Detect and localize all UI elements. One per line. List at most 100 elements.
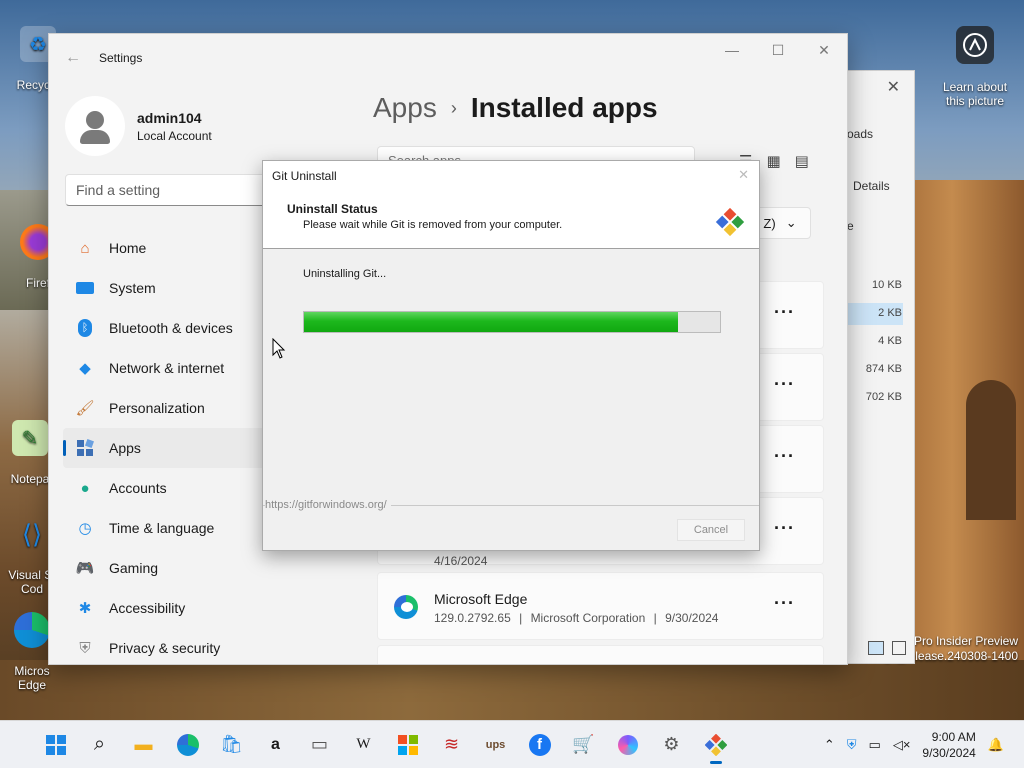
cancel-button[interactable]: Cancel: [677, 519, 745, 541]
explorer-file-size: 10 KB: [872, 279, 902, 291]
desktop-icon-label: Micros Edge: [14, 664, 50, 692]
nav-item-bluetooth[interactable]: ᛒ Bluetooth & devices: [63, 308, 293, 348]
nav-item-system[interactable]: System: [63, 268, 293, 308]
amazon-icon[interactable]: a: [260, 729, 291, 760]
explorer-column-header: e: [847, 219, 854, 233]
table-view-icon[interactable]: ▤: [795, 152, 809, 170]
nav-item-home[interactable]: ⌂ Home: [63, 228, 293, 268]
explorer-details-button[interactable]: Details: [853, 179, 890, 193]
window-controls: — ☐ ✕: [709, 34, 847, 66]
clock-time: 9:00 AM: [931, 730, 976, 744]
grid-view-icon[interactable]: ▦: [766, 152, 780, 170]
wallpaper-arch: [966, 380, 1016, 520]
learn-about-picture[interactable]: Learn about this picture: [938, 12, 1012, 122]
details-view-icon[interactable]: [868, 641, 884, 655]
clock-date: 9/30/2024: [922, 746, 976, 760]
git-logo-icon: [715, 207, 745, 237]
nav-item-gaming[interactable]: 🎮 Gaming: [63, 548, 293, 588]
explorer-tab-downloads[interactable]: oads: [847, 127, 873, 141]
nav-item-privacy-security[interactable]: ⛨ Privacy & security: [63, 628, 293, 664]
file-explorer-icon[interactable]: ▬: [128, 729, 159, 760]
notification-bell-icon[interactable]: 🔔: [988, 737, 1004, 753]
gaming-icon: 🎮: [75, 560, 95, 577]
git-taskbar-icon[interactable]: [700, 729, 731, 764]
explorer-file-size: 702 KB: [865, 391, 902, 403]
user-name: admin104: [137, 109, 202, 126]
maximize-icon[interactable]: ☐: [755, 34, 801, 66]
shopping-icon[interactable]: 🛒: [568, 729, 599, 760]
facebook-icon[interactable]: f: [524, 729, 555, 760]
header-subtitle: Please wait while Git is removed from yo…: [303, 219, 563, 231]
sort-label: Z): [763, 215, 776, 231]
git-uninstall-dialog[interactable]: Git Uninstall ✕ Uninstall Status Please …: [262, 160, 760, 551]
nav-label: Time & language: [109, 520, 215, 536]
media-player-icon[interactable]: ▭: [304, 729, 335, 760]
start-icon[interactable]: [40, 729, 71, 760]
account-type: Local Account: [137, 128, 212, 143]
more-options-button[interactable]: ···: [774, 374, 795, 395]
more-options-button[interactable]: ···: [774, 446, 795, 467]
git-website-label: https://gitforwindows.org/: [265, 499, 391, 511]
store-icon[interactable]: 🛍: [216, 729, 247, 760]
close-icon[interactable]: ✕: [801, 34, 847, 66]
dialog-titlebar: Git Uninstall: [263, 161, 759, 191]
tiles-view-icon[interactable]: [892, 641, 906, 655]
accounts-icon: ●: [80, 479, 90, 497]
dialog-header: Uninstall Status Please wait while Git i…: [263, 191, 759, 249]
nav-item-time-language[interactable]: ◷ Time & language: [63, 508, 293, 548]
nav-label: Privacy & security: [109, 640, 221, 656]
search-icon[interactable]: ⌕: [84, 729, 115, 760]
chevron-down-icon: ⌄: [785, 215, 797, 230]
nav-item-personalization[interactable]: 🖌 Personalization: [63, 388, 293, 428]
wikipedia-icon[interactable]: W: [348, 729, 379, 760]
minimize-icon[interactable]: —: [709, 34, 755, 66]
nav-label: Network & internet: [109, 360, 225, 376]
window-title: Settings: [99, 51, 143, 65]
edge-icon[interactable]: [172, 729, 203, 760]
find-setting-input[interactable]: Find a setting: [65, 174, 295, 206]
system-tray: ⌃ ⛨ ▭ ◁× 9:00 AM 9/30/2024 🔔: [824, 729, 1004, 761]
app-row[interactable]: [377, 645, 824, 664]
wallpaper-valley: [0, 660, 1024, 720]
nav-item-apps[interactable]: Apps: [63, 428, 293, 468]
back-arrow-icon[interactable]: ←: [65, 49, 89, 67]
time-icon: ◷: [78, 520, 92, 537]
nav-item-network[interactable]: ◆ Network & internet: [63, 348, 293, 388]
nav-label: System: [109, 280, 156, 296]
office-icon[interactable]: [392, 729, 423, 760]
edge-icon: [394, 595, 418, 619]
more-options-button[interactable]: ···: [774, 302, 795, 323]
app-meta: 129.0.2792.65 | Microsoft Corporation | …: [434, 611, 718, 625]
system-icon: [75, 278, 95, 298]
security-shield-icon[interactable]: ⛨: [847, 737, 857, 753]
chevron-up-icon[interactable]: ⌃: [824, 737, 835, 753]
dialog-title: Git Uninstall: [272, 169, 337, 183]
explorer-close-icon[interactable]: ✕: [887, 77, 900, 97]
more-options-button[interactable]: ···: [774, 518, 795, 539]
nav-item-accessibility[interactable]: ✱ Accessibility: [63, 588, 293, 628]
bluetooth-icon: ᛒ: [75, 318, 95, 338]
taskbar-apps: ⌕ ▬ 🛍 a ▭ W ≋ ups f 🛒 ⚙: [40, 729, 731, 764]
nav-label: Bluetooth & devices: [109, 320, 233, 336]
notepad-icon: ✎: [12, 420, 48, 456]
page-title: Installed apps: [470, 92, 658, 123]
copilot-icon[interactable]: [612, 729, 643, 760]
nav-label: Accounts: [109, 480, 167, 496]
user-profile[interactable]: admin104 Local Account: [65, 96, 212, 156]
settings-gear-icon[interactable]: ⚙: [656, 729, 687, 760]
app-install-date: 9/30/2024: [665, 611, 719, 625]
more-options-button[interactable]: ···: [774, 593, 795, 614]
avatar: [65, 96, 125, 156]
ups-icon[interactable]: ups: [480, 729, 511, 760]
clock[interactable]: 9:00 AM 9/30/2024: [922, 729, 975, 761]
network-status-icon[interactable]: ▭: [869, 737, 881, 753]
explorer-file-size: 874 KB: [865, 363, 902, 375]
brush-icon: 🖌: [75, 400, 95, 417]
explorer-file-size: 2 KB: [878, 307, 902, 319]
volume-muted-icon[interactable]: ◁×: [893, 737, 911, 753]
breadcrumb-parent[interactable]: Apps: [373, 92, 437, 124]
app-row-microsoft-edge[interactable]: Microsoft Edge 129.0.2792.65 | Microsoft…: [377, 572, 824, 640]
nav-item-accounts[interactable]: ● Accounts: [63, 468, 293, 508]
dialog-close-icon[interactable]: ✕: [738, 167, 749, 183]
bank-icon[interactable]: ≋: [436, 729, 467, 760]
